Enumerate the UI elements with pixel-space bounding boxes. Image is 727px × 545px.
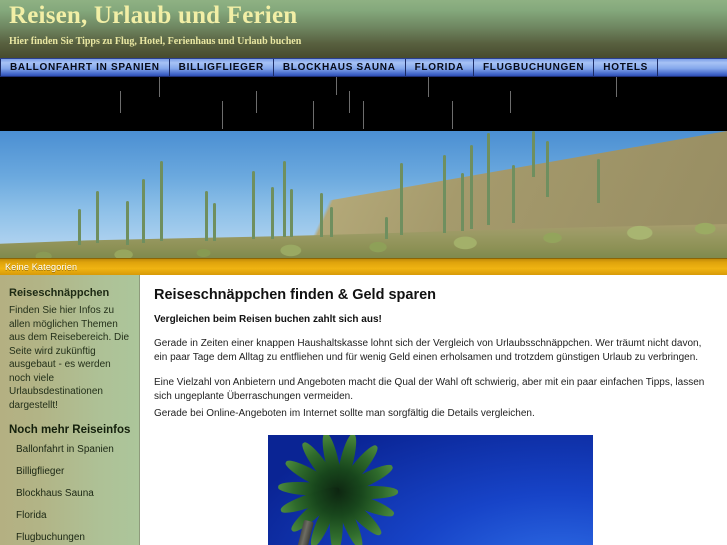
nav-item-florida[interactable]: FLORIDA: [406, 59, 474, 76]
cactus: [487, 133, 490, 225]
cactus: [443, 155, 446, 233]
cactus: [400, 163, 403, 235]
cactus: [78, 209, 81, 245]
sidebar-item-florida[interactable]: Florida: [16, 510, 131, 522]
submenu-divider: [159, 77, 160, 97]
cactus: [320, 193, 323, 237]
submenu-divider: [256, 91, 257, 113]
cactus: [271, 187, 274, 239]
cactus: [461, 173, 464, 231]
submenu-divider: [616, 77, 617, 97]
nav-item-flugbuchungen[interactable]: FLUGBUCHUNGEN: [474, 59, 595, 76]
banner-scrub-bushes: [0, 216, 727, 258]
body-columns: Reiseschnäppchen Finden Sie hier Infos z…: [0, 275, 727, 545]
site-header: Reisen, Urlaub und Ferien Hier finden Si…: [0, 0, 727, 58]
cactus: [142, 179, 145, 243]
sidebar-link-list: Ballonfahrt in Spanien Billigflieger Blo…: [9, 444, 131, 545]
sidebar-heading-noch-mehr-reiseinfos: Noch mehr Reiseinfos: [9, 424, 131, 436]
cactus: [213, 203, 216, 241]
content-lead-text: Vergleichen beim Reisen buchen zahlt sic…: [154, 314, 382, 325]
site-tagline: Hier finden Sie Tipps zu Flug, Hotel, Fe…: [9, 36, 302, 47]
nav-item-ballonfahrt-in-spanien[interactable]: BALLONFAHRT IN SPANIEN: [0, 59, 170, 76]
page-root: Reisen, Urlaub und Ferien Hier finden Si…: [0, 0, 727, 545]
page-title: Reiseschnäppchen finden & Geld sparen: [154, 287, 437, 303]
cactus: [330, 207, 333, 237]
cactus: [283, 161, 286, 237]
nav-item-billigflieger[interactable]: BILLIGFLIEGER: [170, 59, 274, 76]
sidebar: Reiseschnäppchen Finden Sie hier Infos z…: [0, 275, 140, 545]
cactus: [252, 171, 255, 239]
main-navigation[interactable]: BALLONFAHRT IN SPANIEN BILLIGFLIEGER BLO…: [0, 58, 727, 77]
submenu-band: [0, 77, 727, 131]
cactus: [160, 161, 163, 241]
content-paragraph-1: Gerade in Zeiten einer knappen Haushalts…: [154, 338, 702, 363]
sidebar-intro-text: Finden Sie hier Infos zu allen möglichen…: [9, 305, 130, 411]
content-paragraph-3: Gerade bei Online-Angeboten im Internet …: [154, 408, 535, 419]
category-bar: Keine Kategorien: [0, 258, 727, 275]
submenu-divider: [349, 91, 350, 113]
submenu-divider: [510, 91, 511, 113]
submenu-divider: [120, 91, 121, 113]
cactus: [532, 131, 535, 177]
banner-photo-desert-cacti: [0, 131, 727, 258]
submenu-divider: [428, 77, 429, 97]
cactus: [96, 191, 99, 243]
cactus: [597, 159, 600, 203]
nav-empty-space: [658, 59, 727, 76]
submenu-divider: [313, 101, 314, 129]
site-title: Reisen, Urlaub und Ferien: [9, 2, 298, 29]
submenu-divider: [363, 101, 364, 129]
palm-crown: [276, 435, 418, 545]
cactus: [470, 145, 473, 229]
sidebar-item-blockhaus-sauna[interactable]: Blockhaus Sauna: [16, 488, 131, 500]
cactus: [512, 165, 515, 223]
content-paragraph-2: Eine Vielzahl von Anbietern und Angebote…: [154, 377, 705, 402]
nav-item-hotels[interactable]: HOTELS: [594, 59, 659, 76]
category-bar-label: Keine Kategorien: [5, 262, 78, 272]
cactus: [385, 217, 388, 239]
main-content: Reiseschnäppchen finden & Geld sparen Ve…: [140, 275, 727, 545]
cactus: [126, 201, 129, 245]
sidebar-heading-reiseschnaeppchen: Reiseschnäppchen: [9, 287, 110, 299]
sidebar-item-billigflieger[interactable]: Billigflieger: [16, 466, 131, 478]
submenu-divider: [222, 101, 223, 129]
cactus: [290, 189, 293, 237]
nav-item-blockhaus-sauna[interactable]: BLOCKHAUS SAUNA: [274, 59, 406, 76]
cactus: [205, 191, 208, 241]
content-image-palm-tree: [267, 434, 594, 545]
sidebar-item-ballonfahrt-in-spanien[interactable]: Ballonfahrt in Spanien: [16, 444, 131, 456]
sidebar-item-flugbuchungen[interactable]: Flugbuchungen: [16, 532, 131, 544]
submenu-divider: [452, 101, 453, 129]
submenu-divider: [336, 77, 337, 95]
cactus: [546, 141, 549, 197]
